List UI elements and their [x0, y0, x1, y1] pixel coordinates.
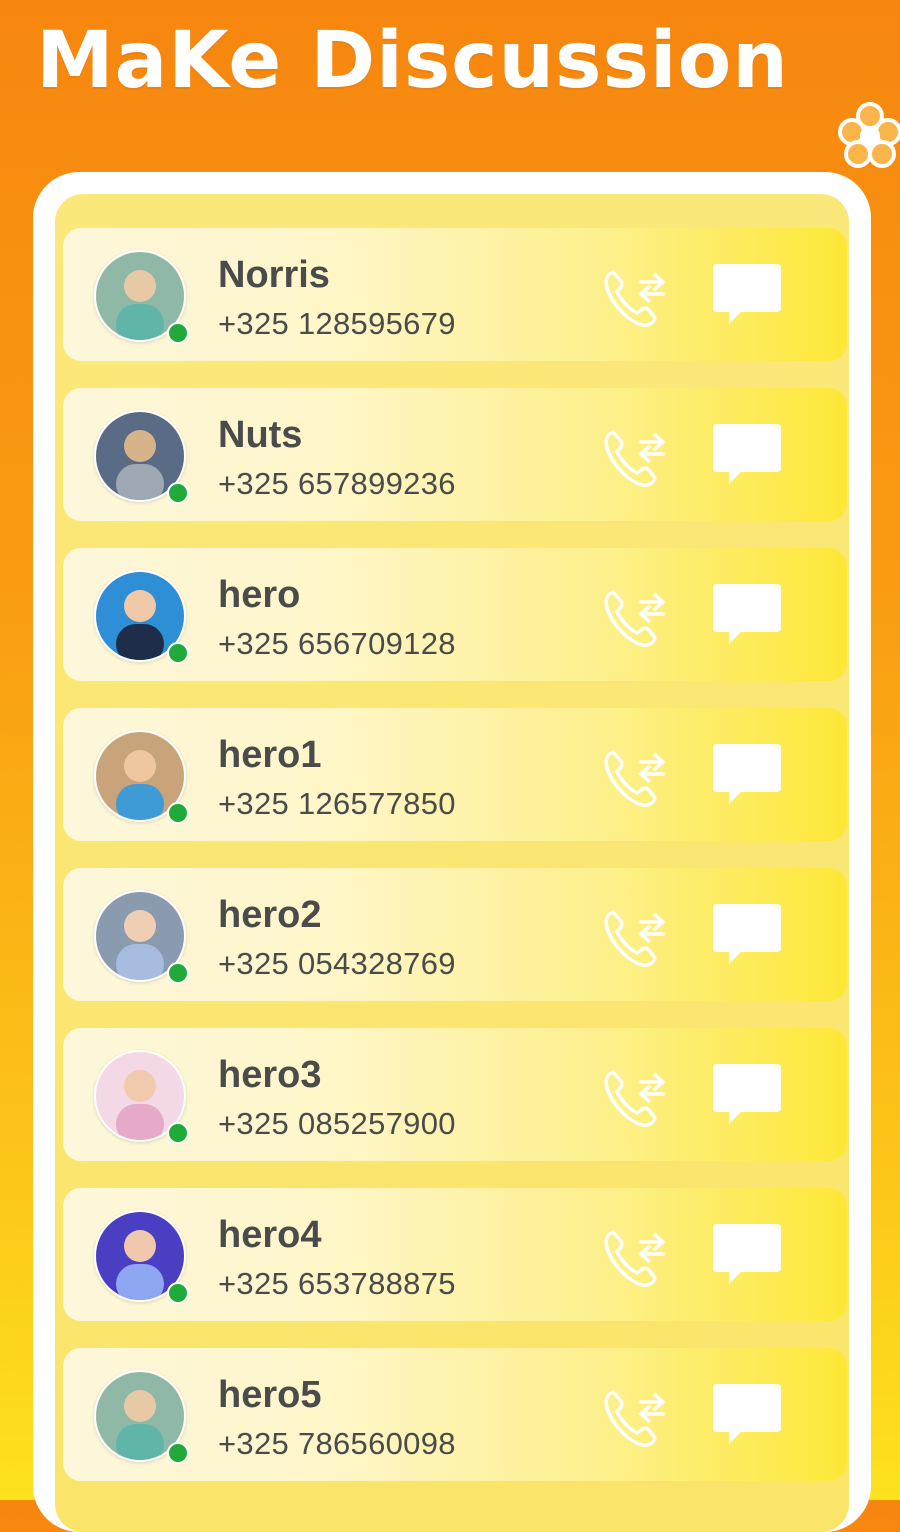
contact-name: hero1 — [218, 734, 322, 776]
contact-phone: +325 128595679 — [218, 306, 456, 341]
call-forward-icon[interactable] — [599, 1062, 675, 1130]
online-dot-icon — [167, 1442, 189, 1464]
message-bubble-icon[interactable] — [711, 742, 783, 806]
contact-name: Nuts — [218, 414, 303, 456]
online-dot-icon — [167, 642, 189, 664]
contact-phone: +325 786560098 — [218, 1426, 456, 1461]
page-title: MaKe Discussion — [36, 16, 789, 106]
contact-row[interactable]: hero1 +325 126577850 — [63, 708, 847, 841]
contact-row[interactable]: hero4 +325 653788875 — [63, 1188, 847, 1321]
contact-list: Norris +325 128595679 Nuts +325 65789923… — [55, 194, 849, 1532]
online-dot-icon — [167, 1282, 189, 1304]
contact-panel: Norris +325 128595679 Nuts +325 65789923… — [33, 172, 871, 1532]
online-dot-icon — [167, 482, 189, 504]
contact-row[interactable]: Norris +325 128595679 — [63, 228, 847, 361]
contact-name: hero2 — [218, 894, 322, 936]
avatar — [94, 250, 189, 344]
online-dot-icon — [167, 962, 189, 984]
contact-row[interactable]: hero3 +325 085257900 — [63, 1028, 847, 1161]
message-bubble-icon[interactable] — [711, 902, 783, 966]
avatar — [94, 890, 189, 984]
contact-phone: +325 657899236 — [218, 466, 456, 501]
flower-icon — [838, 102, 900, 168]
avatar — [94, 1210, 189, 1304]
message-bubble-icon[interactable] — [711, 422, 783, 486]
avatar — [94, 1050, 189, 1144]
call-forward-icon[interactable] — [599, 262, 675, 330]
contact-phone: +325 054328769 — [218, 946, 456, 981]
contact-row[interactable]: hero +325 656709128 — [63, 548, 847, 681]
call-forward-icon[interactable] — [599, 582, 675, 650]
contact-name: hero — [218, 574, 301, 616]
call-forward-icon[interactable] — [599, 1222, 675, 1290]
call-forward-icon[interactable] — [599, 422, 675, 490]
online-dot-icon — [167, 802, 189, 824]
call-forward-icon[interactable] — [599, 902, 675, 970]
avatar — [94, 1370, 189, 1464]
avatar — [94, 570, 189, 664]
avatar — [94, 730, 189, 824]
contact-row[interactable]: hero5 +325 786560098 — [63, 1348, 847, 1481]
message-bubble-icon[interactable] — [711, 582, 783, 646]
contact-row[interactable]: hero2 +325 054328769 — [63, 868, 847, 1001]
contact-phone: +325 085257900 — [218, 1106, 456, 1141]
contact-name: hero4 — [218, 1214, 322, 1256]
message-bubble-icon[interactable] — [711, 1382, 783, 1446]
online-dot-icon — [167, 322, 189, 344]
contact-name: Norris — [218, 254, 330, 296]
message-bubble-icon[interactable] — [711, 1222, 783, 1286]
call-forward-icon[interactable] — [599, 1382, 675, 1450]
message-bubble-icon[interactable] — [711, 1062, 783, 1126]
call-forward-icon[interactable] — [599, 742, 675, 810]
contact-name: hero5 — [218, 1374, 322, 1416]
contact-row[interactable]: Nuts +325 657899236 — [63, 388, 847, 521]
message-bubble-icon[interactable] — [711, 262, 783, 326]
contact-phone: +325 653788875 — [218, 1266, 456, 1301]
contact-phone: +325 126577850 — [218, 786, 456, 821]
avatar — [94, 410, 189, 504]
contact-name: hero3 — [218, 1054, 322, 1096]
online-dot-icon — [167, 1122, 189, 1144]
contact-phone: +325 656709128 — [218, 626, 456, 661]
